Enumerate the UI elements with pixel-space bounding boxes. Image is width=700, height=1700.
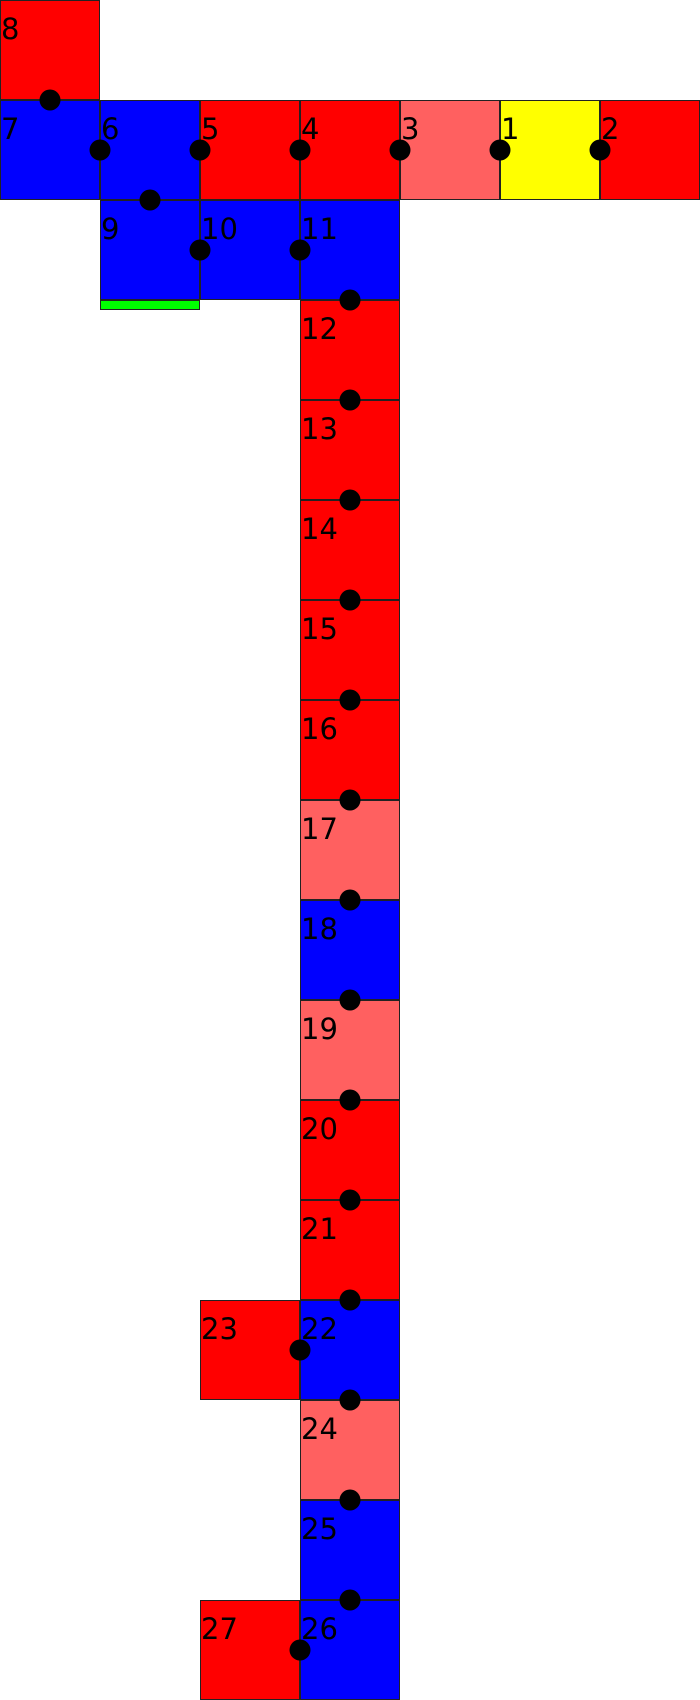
- connector-dot-9-10: [189, 239, 211, 261]
- tile-10-label: 10: [201, 212, 238, 246]
- tile-24: 24: [300, 1400, 400, 1500]
- tile-11: 11: [300, 200, 400, 300]
- connector-dot-5-6: [189, 139, 211, 161]
- tile-25-label: 25: [301, 1512, 338, 1546]
- connector-dot-24-25: [339, 1489, 361, 1511]
- tile-12-label: 12: [301, 312, 338, 346]
- connector-dot-1-2: [589, 139, 611, 161]
- connector-dot-13-14: [339, 489, 361, 511]
- tile-24-label: 24: [301, 1412, 338, 1446]
- connector-dot-6-9: [139, 189, 161, 211]
- tile-19: 19: [300, 1000, 400, 1100]
- tile-8-label: 8: [1, 12, 19, 46]
- tile-21-label: 21: [301, 1212, 338, 1246]
- connector-dot-6-7: [89, 139, 111, 161]
- connector-dot-11-12: [339, 289, 361, 311]
- connector-dot-26-27: [289, 1639, 311, 1661]
- tile-16-label: 16: [301, 712, 338, 746]
- connector-dot-3-4: [389, 139, 411, 161]
- connector-dot-12-13: [339, 389, 361, 411]
- tile-17-label: 17: [301, 812, 338, 846]
- marker-layer: [100, 300, 200, 310]
- connector-dot-16-17: [339, 789, 361, 811]
- tile-1: 1: [500, 100, 600, 200]
- tile-27: 27: [200, 1600, 300, 1700]
- tile-13-label: 13: [301, 412, 338, 446]
- tile-18-label: 18: [301, 912, 338, 946]
- connector-dot-15-16: [339, 689, 361, 711]
- tile-14: 14: [300, 500, 400, 600]
- tile-19-label: 19: [301, 1012, 338, 1046]
- tile-26-label: 26: [301, 1612, 338, 1646]
- tile-4: 4: [300, 100, 400, 200]
- tile-26: 26: [300, 1600, 400, 1700]
- tile-12: 12: [300, 300, 400, 400]
- tile-14-label: 14: [301, 512, 338, 546]
- connector-dot-25-26: [339, 1589, 361, 1611]
- connector-dot-18-19: [339, 989, 361, 1011]
- tile-3: 3: [400, 100, 500, 200]
- tile-23-label: 23: [201, 1312, 238, 1346]
- tile-6: 6: [100, 100, 200, 200]
- tile-7-label: 7: [1, 112, 19, 146]
- connector-dot-4-5: [289, 139, 311, 161]
- tile-22-label: 22: [301, 1312, 338, 1346]
- tile-5: 5: [200, 100, 300, 200]
- green-marker-strip: [100, 300, 200, 310]
- tile-7: 7: [0, 100, 100, 200]
- tile-2: 2: [600, 100, 700, 200]
- tile-16: 16: [300, 700, 400, 800]
- tile-9: 9: [100, 200, 200, 300]
- tile-21: 21: [300, 1200, 400, 1300]
- tile-27-label: 27: [201, 1612, 238, 1646]
- connector-dot-1-3: [489, 139, 511, 161]
- tiles-layer: 1 23456789 10 11121314151617181920212223242…: [0, 0, 700, 1700]
- connector-dot-14-15: [339, 589, 361, 611]
- connector-dot-22-24: [339, 1389, 361, 1411]
- connector-dot-10-11: [289, 239, 311, 261]
- tile-17: 17: [300, 800, 400, 900]
- connector-dot-17-18: [339, 889, 361, 911]
- tile-20-label: 20: [301, 1112, 338, 1146]
- tile-diagram: 1 23456789 10 11121314151617181920212223242…: [0, 0, 700, 1700]
- tile-10: 10: [200, 200, 300, 300]
- tile-11-label: 11: [301, 212, 338, 246]
- tile-13: 13: [300, 400, 400, 500]
- connector-dot-7-8: [39, 89, 61, 111]
- tile-22: 22: [300, 1300, 400, 1400]
- tile-20: 20: [300, 1100, 400, 1200]
- connector-dot-21-22: [339, 1289, 361, 1311]
- tile-18: 18: [300, 900, 400, 1000]
- connector-dot-22-23: [289, 1339, 311, 1361]
- tile-9-label: 9: [101, 212, 119, 246]
- tile-8: 8: [0, 0, 100, 100]
- tile-15: 15: [300, 600, 400, 700]
- connector-dot-20-21: [339, 1189, 361, 1211]
- tile-15-label: 15: [301, 612, 338, 646]
- tile-23: 23: [200, 1300, 300, 1400]
- tile-25: 25: [300, 1500, 400, 1600]
- connector-dot-19-20: [339, 1089, 361, 1111]
